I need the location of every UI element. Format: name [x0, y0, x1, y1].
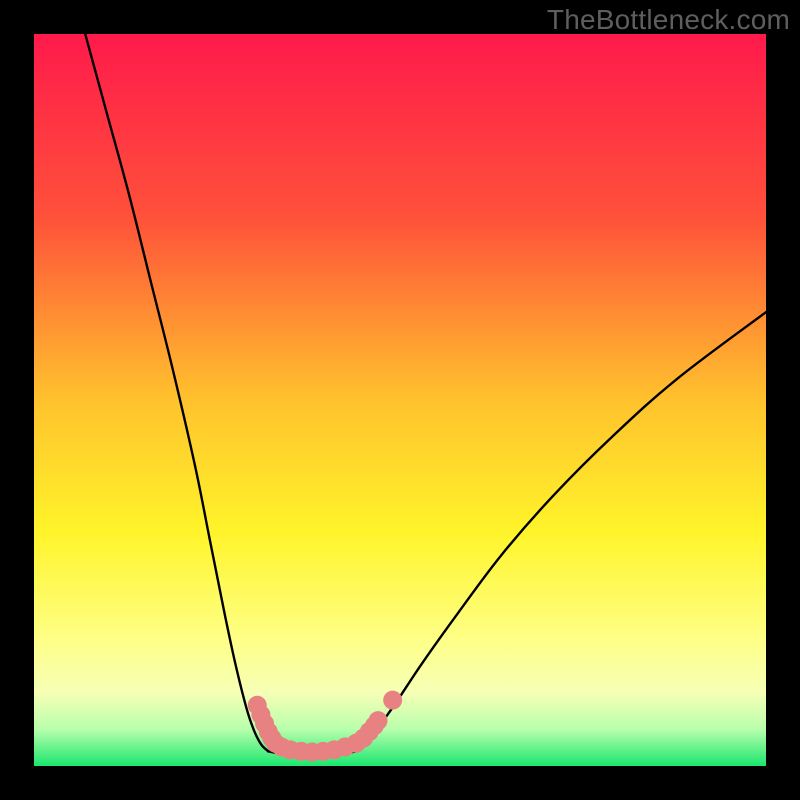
marker-point [383, 691, 402, 710]
chart-svg [34, 34, 766, 766]
watermark-label: TheBottleneck.com [547, 4, 790, 36]
chart-plot-area [34, 34, 766, 766]
chart-background [34, 34, 766, 766]
marker-point [369, 711, 388, 730]
chart-frame: TheBottleneck.com [0, 0, 800, 800]
